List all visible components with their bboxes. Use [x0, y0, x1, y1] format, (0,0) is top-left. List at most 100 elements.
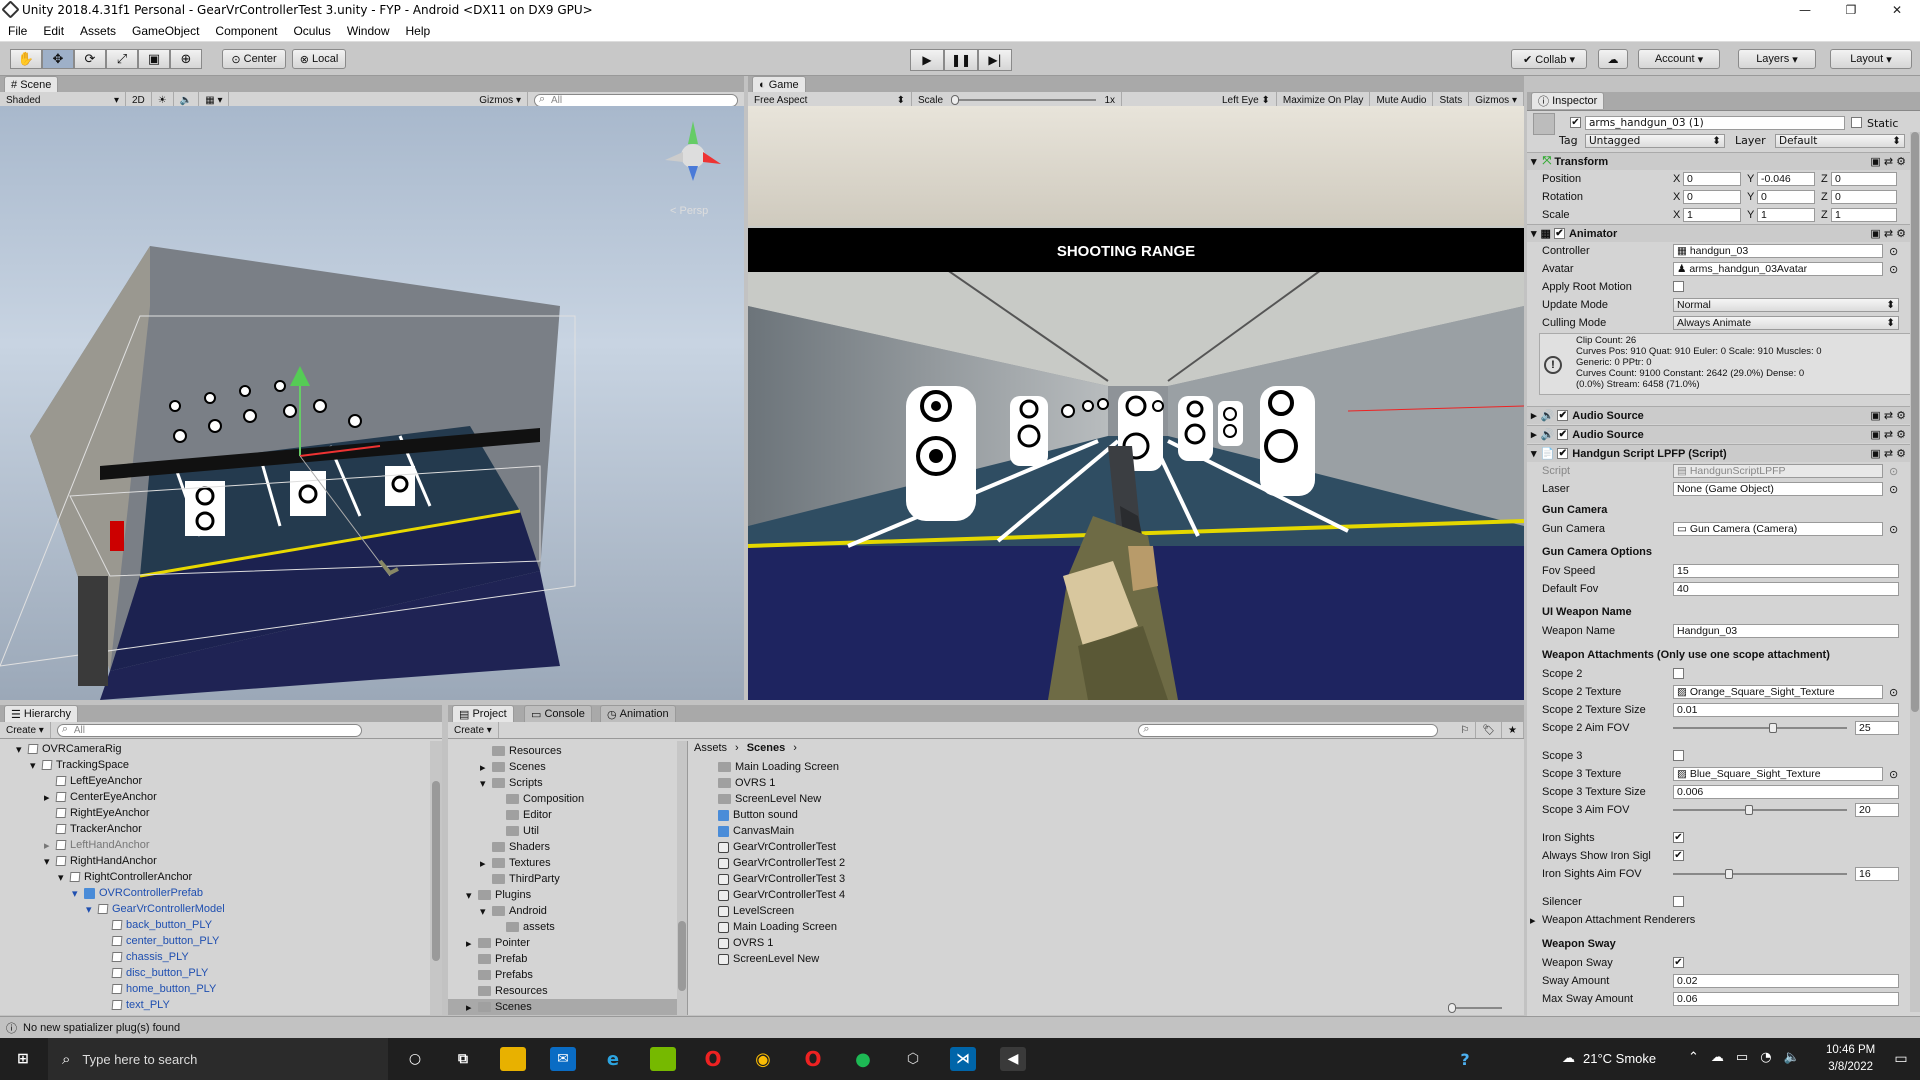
- animator-menu-icons[interactable]: ▣ ⇄ ⚙: [1870, 227, 1906, 240]
- pivot-local-button[interactable]: ⊗ Local: [292, 49, 346, 69]
- scale-tool-icon[interactable]: ⤢: [106, 49, 138, 69]
- project-search-input[interactable]: [1138, 723, 1439, 737]
- folder-assets[interactable]: assets: [506, 919, 555, 935]
- inspector-scrollbar[interactable]: [1910, 132, 1920, 1012]
- rotate-tool-icon[interactable]: ⟳: [74, 49, 106, 69]
- iron-fov-knob[interactable]: [1725, 869, 1733, 879]
- folder-shaders[interactable]: Shaders: [492, 839, 550, 855]
- folder-tree-scrollbar[interactable]: [677, 741, 687, 1015]
- script-menu-icons[interactable]: ▣ ⇄ ⚙: [1870, 447, 1906, 460]
- tab-game[interactable]: ◐ Game: [752, 76, 806, 93]
- hierarchy-scroll-thumb[interactable]: [432, 781, 440, 961]
- default-fov-field[interactable]: 40: [1673, 582, 1899, 596]
- tree-row-home-button-ply[interactable]: home_button_PLY: [100, 981, 216, 997]
- breadcrumb-scenes[interactable]: Scenes: [747, 742, 786, 754]
- menu-gameobject[interactable]: GameObject: [124, 24, 207, 38]
- transform-component-header[interactable]: ▾ ⤧ Transform ▣ ⇄ ⚙: [1527, 152, 1912, 170]
- tray-battery-icon[interactable]: ▭: [1736, 1050, 1748, 1065]
- folder-pointer[interactable]: ▸ Pointer: [466, 935, 530, 951]
- scale-y-field[interactable]: 1: [1757, 208, 1815, 222]
- max-sway-field[interactable]: 0.06: [1673, 992, 1899, 1006]
- position-z-field[interactable]: 0: [1831, 172, 1897, 186]
- weather-widget[interactable]: ☁ 21°C Smoke: [1562, 1050, 1656, 1066]
- tree-row-chassis-ply[interactable]: chassis_PLY: [100, 949, 189, 965]
- tree-row-righteyeanchor[interactable]: RightEyeAnchor: [44, 805, 150, 821]
- avatar-field[interactable]: ♟ arms_handgun_03Avatar: [1673, 262, 1883, 276]
- position-x-field[interactable]: 0: [1683, 172, 1741, 186]
- play-button[interactable]: ▶: [910, 49, 944, 71]
- favorites-icon[interactable]: ★: [1502, 722, 1524, 738]
- handgun-script-header[interactable]: ▾ 📄 ✔ Handgun Script LPFP (Script) ▣ ⇄ ⚙: [1527, 444, 1912, 462]
- menu-oculus[interactable]: Oculus: [285, 24, 338, 38]
- hierarchy-scrollbar[interactable]: [430, 741, 442, 1015]
- opera-icon[interactable]: O: [800, 1047, 826, 1071]
- tree-row-trackingspace[interactable]: ▾ TrackingSpace: [30, 757, 129, 773]
- scene-search-input[interactable]: All: [534, 93, 738, 107]
- file-item[interactable]: Main Loading Screen: [718, 759, 839, 775]
- scale-z-field[interactable]: 1: [1831, 208, 1897, 222]
- sway-amount-field[interactable]: 0.02: [1673, 974, 1899, 988]
- tree-row-ovrcamerarig[interactable]: ▾ OVRCameraRig: [16, 741, 121, 757]
- windows-start-icon[interactable]: ⊞: [10, 1047, 36, 1071]
- project-create-button[interactable]: Create ▾: [448, 722, 499, 738]
- file-item[interactable]: OVRS 1: [718, 775, 775, 791]
- hierarchy-create-button[interactable]: Create ▾: [0, 722, 51, 738]
- file-item[interactable]: OVRS 1: [718, 935, 773, 951]
- scope2-picker-icon[interactable]: ⊙: [1889, 686, 1898, 699]
- tray-chevron-icon[interactable]: ⌃: [1688, 1050, 1699, 1065]
- icon-size-slider[interactable]: [1448, 1003, 1502, 1013]
- opera-gx-icon[interactable]: O: [700, 1047, 726, 1071]
- audio2-enabled-checkbox[interactable]: ✔: [1557, 429, 1569, 440]
- file-item[interactable]: GearVrControllerTest 4: [718, 887, 845, 903]
- static-checkbox[interactable]: [1851, 117, 1862, 128]
- tab-console[interactable]: ▭ Console: [524, 705, 592, 722]
- avatar-picker-icon[interactable]: ⊙: [1889, 263, 1898, 276]
- scope2-checkbox[interactable]: [1673, 668, 1684, 679]
- position-y-field[interactable]: -0.046: [1757, 172, 1815, 186]
- object-picker-icon[interactable]: ⊙: [1889, 245, 1898, 258]
- scope3-picker-icon[interactable]: ⊙: [1889, 768, 1898, 781]
- laser-field[interactable]: None (Game Object): [1673, 482, 1883, 496]
- gun-camera-field[interactable]: ▭ Gun Camera (Camera): [1673, 522, 1883, 536]
- transform-tool-icon[interactable]: ⊕: [170, 49, 202, 69]
- menu-window[interactable]: Window: [339, 24, 398, 38]
- weapon-name-field[interactable]: Handgun_03: [1673, 624, 1899, 638]
- scope3-fov-field[interactable]: 20: [1855, 803, 1899, 817]
- chrome-icon[interactable]: ◉: [750, 1047, 776, 1071]
- pause-button[interactable]: ❚❚: [944, 49, 978, 71]
- scope3-texture-field[interactable]: ▨ Blue_Square_Sight_Texture: [1673, 767, 1883, 781]
- inspector-scroll-thumb[interactable]: [1911, 132, 1919, 712]
- folder-android[interactable]: ▾ Android: [480, 903, 547, 919]
- scope2-fov-slider[interactable]: [1673, 723, 1847, 733]
- scope2-size-field[interactable]: 0.01: [1673, 703, 1899, 717]
- component-menu-icons[interactable]: ▣ ⇄ ⚙: [1870, 155, 1906, 168]
- tree-row-lefteyeanchor[interactable]: LeftEyeAnchor: [44, 773, 142, 789]
- audio1-menu-icons[interactable]: ▣ ⇄ ⚙: [1870, 409, 1906, 422]
- tab-scene[interactable]: # Scene: [4, 76, 59, 93]
- audio-source-2-header[interactable]: ▸ 🔊 ✔ Audio Source ▣ ⇄ ⚙: [1527, 425, 1912, 443]
- iron-fov-field[interactable]: 16: [1855, 867, 1899, 881]
- clock[interactable]: 10:46 PM 3/8/2022: [1826, 1042, 1875, 1076]
- iron-fov-slider[interactable]: [1673, 869, 1847, 879]
- cloud-button[interactable]: ☁: [1598, 49, 1628, 69]
- file-explorer-icon[interactable]: [500, 1047, 526, 1071]
- file-item[interactable]: Main Loading Screen: [718, 919, 837, 935]
- hierarchy-search-input[interactable]: All: [56, 723, 362, 737]
- scope2-fov-field[interactable]: 25: [1855, 721, 1899, 735]
- folder-scripts[interactable]: ▾ Scripts: [480, 775, 543, 791]
- active-checkbox[interactable]: ✔: [1570, 117, 1581, 128]
- fov-speed-field[interactable]: 15: [1673, 564, 1899, 578]
- folder-plugins[interactable]: ▾ Plugins: [466, 887, 531, 903]
- filter-label-icon[interactable]: 🏷: [1476, 722, 1503, 738]
- folder-textures[interactable]: ▸ Textures: [480, 855, 551, 871]
- tree-row-rightcontrolleranchor[interactable]: ▾ RightControllerAnchor: [58, 869, 192, 885]
- file-item[interactable]: Button sound: [718, 807, 798, 823]
- breadcrumb-assets[interactable]: Assets: [694, 742, 727, 754]
- unity-editor-icon[interactable]: ◀: [1000, 1047, 1026, 1071]
- menu-help[interactable]: Help: [398, 24, 439, 38]
- move-tool-icon[interactable]: ✥: [42, 49, 74, 69]
- rotation-x-field[interactable]: 0: [1683, 190, 1741, 204]
- tree-row-gearvrcontrollermodel[interactable]: ▾ GearVrControllerModel: [86, 901, 225, 917]
- maximize-button[interactable]: ❐: [1828, 0, 1874, 20]
- folder-editor[interactable]: Editor: [506, 807, 552, 823]
